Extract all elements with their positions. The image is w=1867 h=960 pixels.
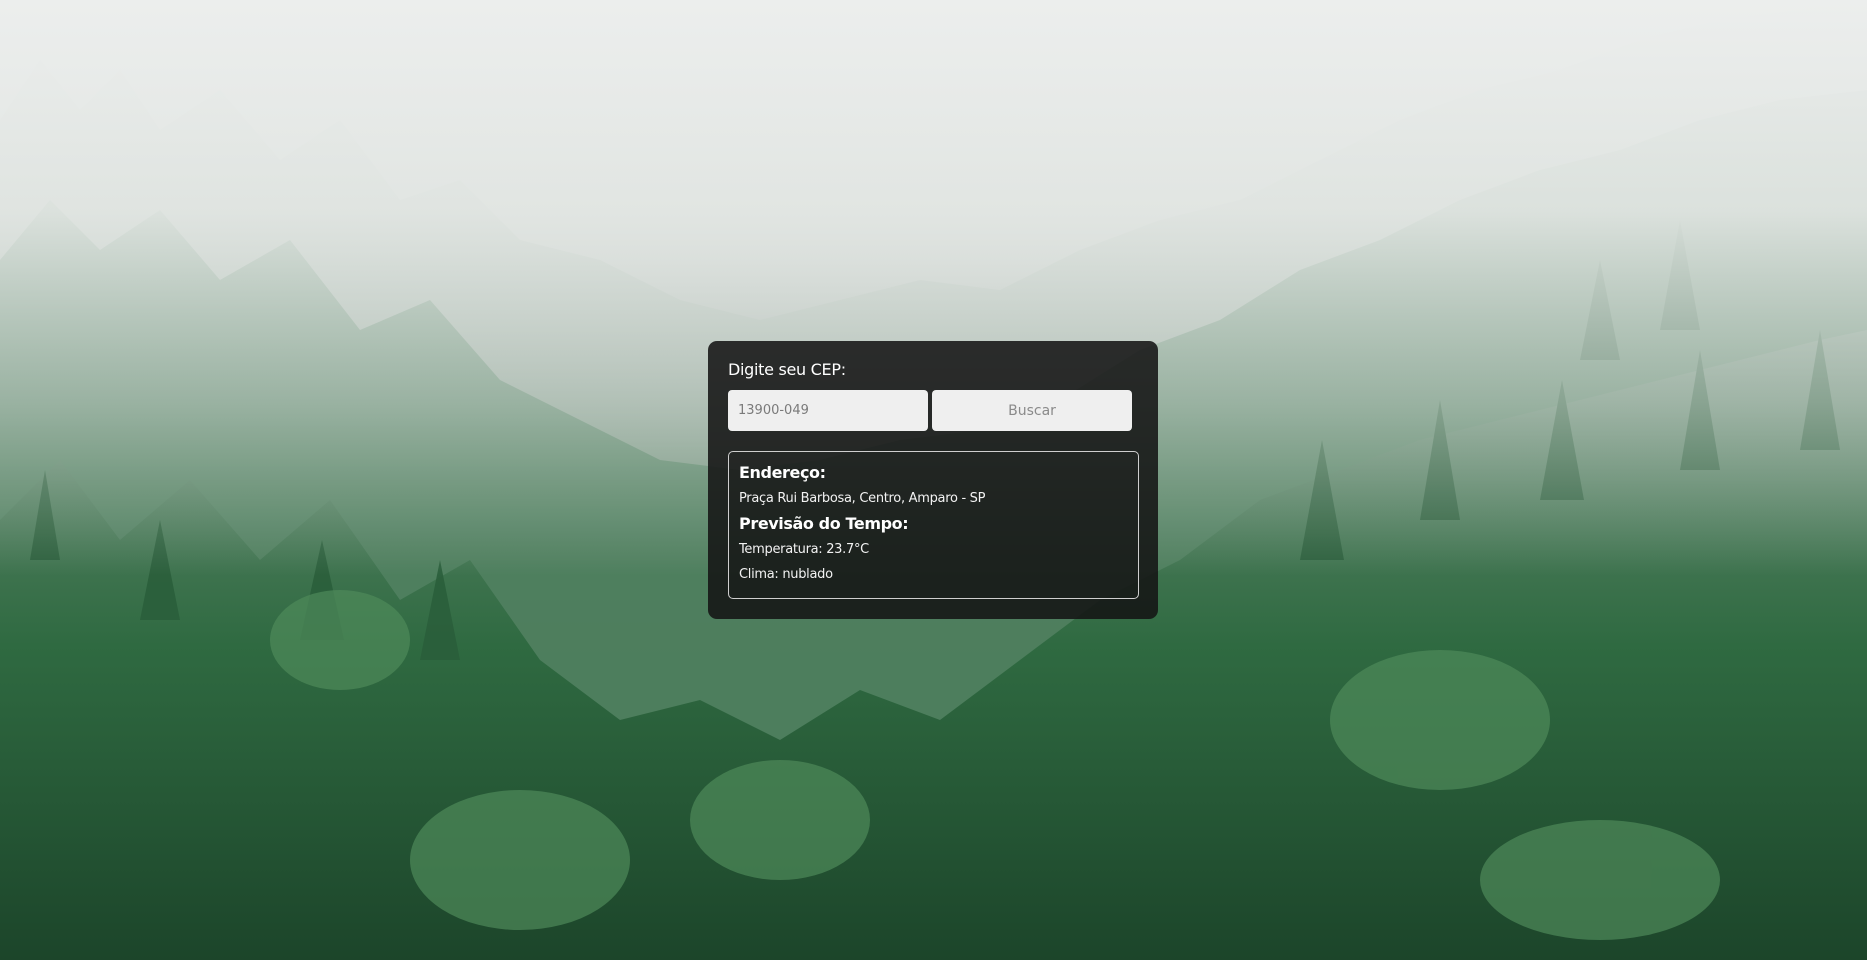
search-row: Buscar xyxy=(728,390,1132,432)
cep-label: Digite seu CEP: xyxy=(728,360,846,379)
page-background: Digite seu CEP: Buscar Endereço: Praça R… xyxy=(0,0,1867,960)
climate-line: Clima: nublado xyxy=(739,567,833,582)
temperature-line: Temperatura: 23.7°C xyxy=(739,542,869,557)
search-button[interactable]: Buscar xyxy=(932,390,1132,431)
cep-search-panel: Digite seu CEP: Buscar Endereço: Praça R… xyxy=(708,341,1158,619)
address-line: Praça Rui Barbosa, Centro, Amparo - SP xyxy=(739,491,986,506)
results-box: Endereço: Praça Rui Barbosa, Centro, Amp… xyxy=(728,451,1139,599)
cep-input[interactable] xyxy=(728,390,928,431)
address-heading: Endereço: xyxy=(739,463,826,482)
weather-heading: Previsão do Tempo: xyxy=(739,514,909,533)
